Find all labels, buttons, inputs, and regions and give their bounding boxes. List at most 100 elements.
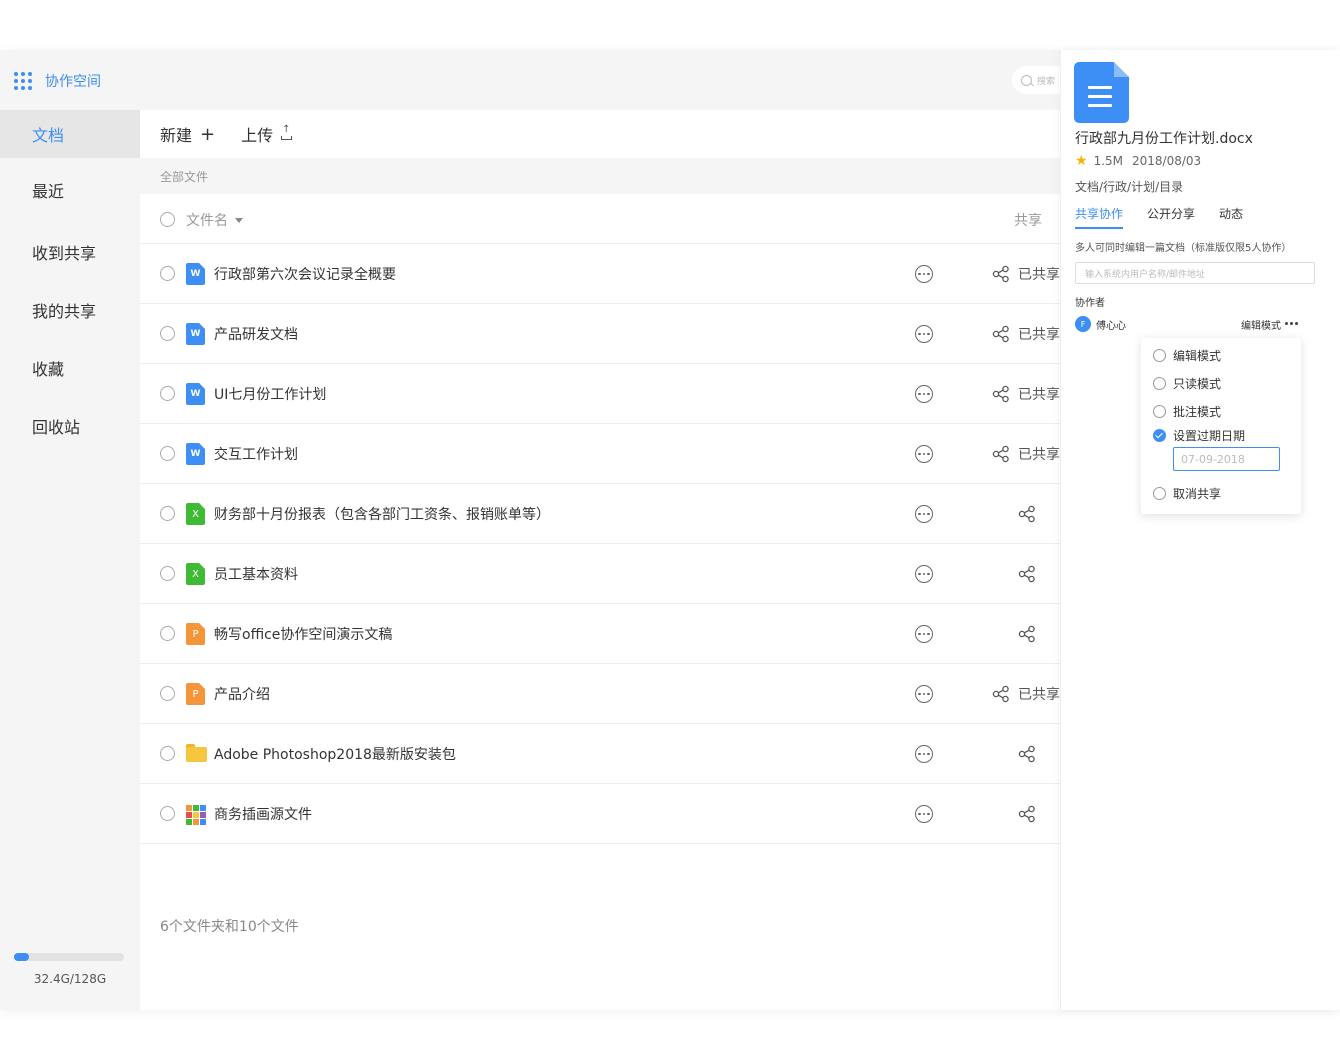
expiry-date-input[interactable]: 07-09-2018 — [1173, 447, 1280, 471]
file-name[interactable]: 行政部第六次会议记录全概要 — [214, 264, 396, 284]
column-header-name[interactable]: 文件名 — [186, 210, 243, 230]
share-icon[interactable] — [992, 265, 1010, 283]
sidebar-item-received-shares[interactable]: 收到共享 — [0, 228, 140, 276]
word-file-icon: W — [186, 383, 205, 405]
share-icon[interactable] — [992, 685, 1010, 703]
new-button[interactable]: 新建 + — [160, 122, 215, 146]
sidebar: 文档 最近 收到共享 我的共享 收藏 回收站 32.4G/128G — [0, 110, 140, 1010]
table-row[interactable]: W 交互工作计划 已共享 — [140, 424, 1060, 484]
image-file-icon — [186, 805, 206, 825]
file-name[interactable]: 产品研发文档 — [214, 324, 298, 344]
menu-item-cancel-share[interactable]: 取消共享 — [1153, 485, 1221, 502]
more-options-icon[interactable] — [915, 445, 933, 463]
menu-item-edit-mode[interactable]: 编辑模式 — [1153, 347, 1221, 364]
row-checkbox[interactable] — [160, 326, 175, 341]
more-options-icon[interactable] — [915, 265, 933, 283]
more-options-icon[interactable] — [915, 325, 933, 343]
more-options-icon[interactable] — [915, 565, 933, 583]
row-checkbox[interactable] — [160, 506, 175, 521]
word-file-icon: W — [186, 443, 205, 465]
share-icon[interactable] — [992, 325, 1010, 343]
more-options-icon[interactable] — [915, 505, 933, 523]
collaborators-heading: 协作者 — [1075, 298, 1105, 309]
row-checkbox[interactable] — [160, 386, 175, 401]
file-name[interactable]: Adobe Photoshop2018最新版安装包 — [214, 744, 456, 764]
more-options-icon[interactable] — [915, 385, 933, 403]
tab-collaboration[interactable]: 共享协作 — [1075, 205, 1124, 229]
file-name[interactable]: UI七月份工作计划 — [214, 384, 326, 404]
search-placeholder: 搜索 — [1037, 76, 1056, 87]
file-name[interactable]: 财务部十月份报表（包含各部门工资条、报销账单等） — [214, 504, 550, 524]
share-icon[interactable] — [1018, 565, 1036, 583]
table-row[interactable]: W 产品研发文档 已共享 — [140, 304, 1060, 364]
table-row[interactable]: X 员工基本资料 — [140, 544, 1060, 604]
table-row[interactable]: P 产品介绍 已共享 — [140, 664, 1060, 724]
tab-activity[interactable]: 动态 — [1219, 205, 1243, 229]
new-button-label: 新建 — [160, 126, 193, 145]
collaborator-mode[interactable]: 编辑模式 — [1241, 317, 1281, 332]
table-row[interactable]: 商务插画源文件 — [140, 784, 1060, 844]
tab-public-share[interactable]: 公开分享 — [1147, 205, 1195, 229]
apps-grid-icon[interactable] — [14, 72, 32, 90]
more-options-icon[interactable] — [915, 685, 933, 703]
row-checkbox[interactable] — [160, 626, 175, 641]
storage-progress-fill — [14, 953, 30, 961]
row-checkbox[interactable] — [160, 566, 175, 581]
sidebar-item-recycle-bin[interactable]: 回收站 — [0, 402, 140, 450]
share-icon[interactable] — [1018, 505, 1036, 523]
brand[interactable]: 协作空间 — [14, 71, 101, 91]
invite-user-input[interactable]: 输入系统内用户名称/邮件地址 — [1075, 262, 1315, 284]
detail-meta: ★ 1.5M 2018/08/03 — [1075, 153, 1201, 169]
file-name[interactable]: 商务插画源文件 — [214, 804, 312, 824]
share-icon[interactable] — [1018, 745, 1036, 763]
table-row[interactable]: Adobe Photoshop2018最新版安装包 — [140, 724, 1060, 784]
menu-item-set-expiry[interactable]: 设置过期日期 — [1153, 427, 1245, 444]
column-header-name-label: 文件名 — [186, 213, 228, 229]
app-window: 协作空间 搜索 文档 最近 收到共享 我的共享 收藏 回收站 32.4G/128… — [0, 50, 1340, 1010]
collaborator-name: 傅心心 — [1096, 320, 1126, 332]
sidebar-item-documents[interactable]: 文档 — [0, 110, 140, 158]
share-icon[interactable] — [992, 385, 1010, 403]
table-row[interactable]: P 畅写office协作空间演示文稿 — [140, 604, 1060, 664]
row-checkbox[interactable] — [160, 446, 175, 461]
ppt-file-icon: P — [186, 683, 205, 705]
file-name[interactable]: 交互工作计划 — [214, 444, 298, 464]
row-checkbox[interactable] — [160, 746, 175, 761]
file-name[interactable]: 产品介绍 — [214, 684, 270, 704]
sidebar-item-recent[interactable]: 最近 — [0, 166, 140, 214]
menu-item-comment-mode[interactable]: 批注模式 — [1153, 403, 1221, 420]
select-all-checkbox[interactable] — [160, 212, 175, 227]
row-checkbox[interactable] — [160, 266, 175, 281]
row-checkbox[interactable] — [160, 686, 175, 701]
upload-button[interactable]: 上传 — [241, 122, 293, 146]
more-options-icon[interactable] — [915, 745, 933, 763]
share-icon[interactable] — [992, 445, 1010, 463]
shared-status: 已共享 — [1018, 267, 1060, 283]
table-header: 文件名 共享 — [140, 194, 1060, 244]
breadcrumb-all-files[interactable]: 全部文件 — [160, 168, 208, 185]
menu-item-read-only-mode[interactable]: 只读模式 — [1153, 375, 1221, 392]
radio-icon — [1153, 377, 1166, 390]
collaborator-row: F 傅心心 编辑模式 — [1075, 316, 1315, 332]
sidebar-item-my-shares[interactable]: 我的共享 — [0, 286, 140, 334]
file-name[interactable]: 畅写office协作空间演示文稿 — [214, 624, 392, 644]
detail-tabs: 共享协作 公开分享 动态 — [1075, 205, 1267, 229]
table-row[interactable]: W UI七月份工作计划 已共享 — [140, 364, 1060, 424]
toolbar: 新建 + 上传 — [140, 110, 1060, 158]
more-horizontal-icon[interactable] — [1285, 322, 1298, 325]
more-options-icon[interactable] — [915, 625, 933, 643]
table-row[interactable]: W 行政部第六次会议记录全概要 已共享 — [140, 244, 1060, 304]
more-options-icon[interactable] — [915, 805, 933, 823]
star-icon[interactable]: ★ — [1075, 153, 1088, 169]
word-file-icon: W — [186, 323, 205, 345]
detail-size: 1.5M — [1093, 154, 1123, 168]
file-name[interactable]: 员工基本资料 — [214, 564, 298, 584]
table-row[interactable]: X 财务部十月份报表（包含各部门工资条、报销账单等） — [140, 484, 1060, 544]
detail-date: 2018/08/03 — [1132, 154, 1202, 168]
share-icon[interactable] — [1018, 625, 1036, 643]
share-icon[interactable] — [1018, 805, 1036, 823]
sidebar-item-favorites[interactable]: 收藏 — [0, 344, 140, 392]
row-checkbox[interactable] — [160, 806, 175, 821]
radio-icon — [1153, 349, 1166, 362]
shared-status: 已共享 — [1018, 387, 1060, 403]
